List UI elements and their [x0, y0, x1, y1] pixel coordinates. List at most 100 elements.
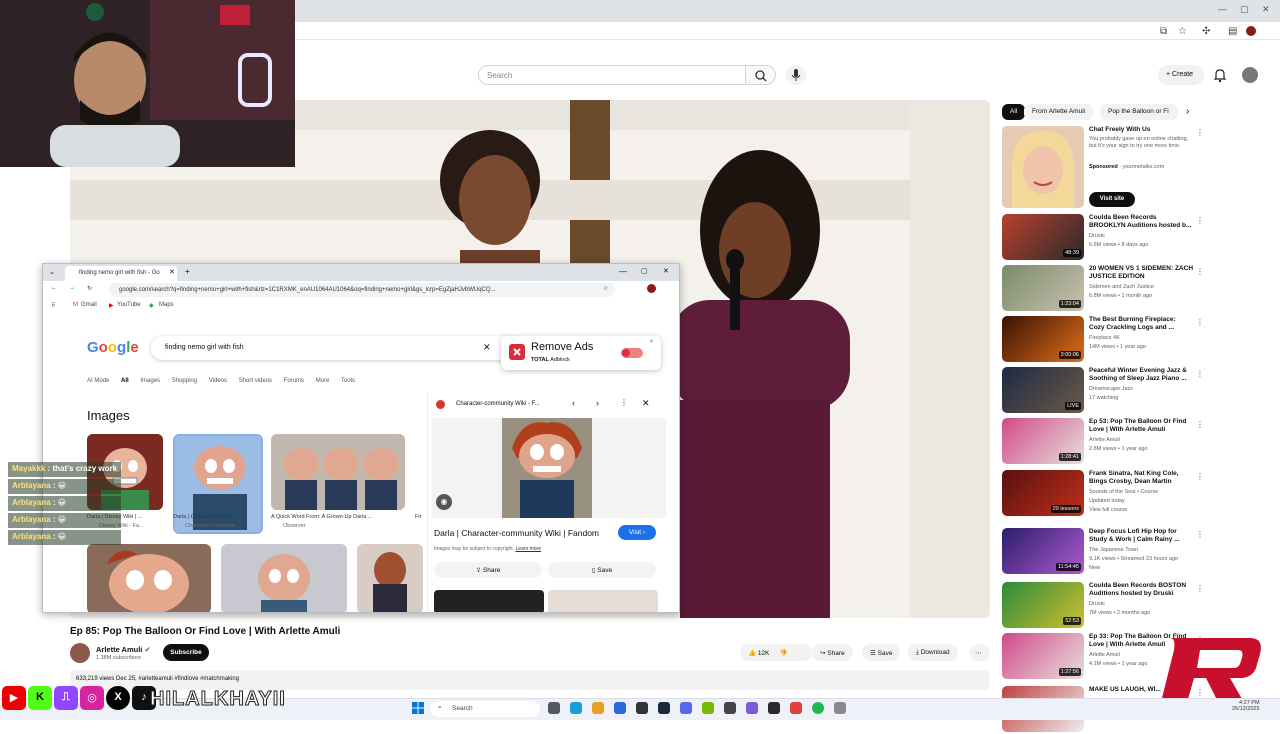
adblock-close-icon[interactable]: ✕ — [649, 338, 654, 345]
more-menu-icon[interactable]: ⋮ — [1196, 318, 1204, 327]
like-button[interactable]: 👍 12K 👎 — [740, 644, 812, 661]
steam-icon[interactable] — [658, 702, 670, 714]
overlay-url-bar[interactable]: google.com/search?q=finding+nemo+girl+wi… — [109, 283, 615, 297]
tab-images[interactable]: Images — [140, 378, 160, 384]
recommended-video[interactable]: 11:54:45 Deep Focus Lofi Hip Hop for Stud… — [1002, 528, 1204, 576]
overlay-close-button[interactable]: ✕ — [663, 267, 669, 275]
file-explorer-icon[interactable] — [592, 702, 604, 714]
prev-image-icon[interactable]: ‹ — [572, 398, 575, 408]
tab-ai-mode[interactable]: AI Mode — [87, 378, 109, 384]
recommended-channel[interactable]: Arlette Amuli — [1089, 437, 1120, 443]
recommended-title[interactable]: Deep Focus Lofi Hip Hop for Study & Work… — [1089, 528, 1193, 544]
video-thumbnail[interactable]: 52:53 — [1002, 582, 1084, 628]
recommended-video[interactable]: LIVE Peaceful Winter Evening Jazz & Sooth… — [1002, 367, 1204, 415]
overlay-maximize-button[interactable]: ▢ — [641, 267, 648, 275]
reload-icon[interactable]: ↻ — [87, 285, 92, 292]
recommended-title[interactable]: Frank Sinatra, Nat King Cole, Bings Cros… — [1089, 470, 1193, 486]
bookmark-gmail[interactable]: Gmail — [81, 302, 97, 308]
app-icon[interactable] — [790, 702, 802, 714]
recommended-title[interactable]: Peaceful Winter Evening Jazz & Soothing … — [1089, 367, 1193, 383]
preview-image-frame[interactable]: ◉ — [432, 418, 666, 518]
recommended-video[interactable]: 1:23:04 20 WOMEN VS 1 SIDEMEN: ZACH JUSTI… — [1002, 265, 1204, 313]
video-thumbnail[interactable]: 1:27:56 — [1002, 633, 1084, 679]
download-button[interactable]: ⤓ Download — [908, 644, 958, 661]
install-icon[interactable]: ⧉ — [1160, 26, 1167, 37]
more-menu-icon[interactable]: ⋮ — [1196, 216, 1204, 225]
more-menu-icon[interactable]: ⋮ — [1196, 267, 1204, 276]
preview-source[interactable]: Character-community Wiki - F... — [456, 401, 540, 407]
image-result-2-caption[interactable]: Darla | Character-comm... — [173, 514, 236, 520]
recommended-video[interactable]: 3:00:06 The Best Burning Fireplace: Cozy … — [1002, 316, 1204, 364]
more-actions-button[interactable]: ⋯ — [970, 644, 990, 661]
visit-site-button[interactable]: Visit site — [1089, 192, 1135, 207]
video-thumbnail[interactable]: 11:54:45 — [1002, 528, 1084, 574]
voice-search-button[interactable] — [786, 65, 806, 85]
recommended-title[interactable]: Ep 53: Pop The Balloon Or Find Love | Wi… — [1089, 418, 1193, 434]
image-result-3-caption[interactable]: A Quick Word From: A Grown-Up Darla ... — [271, 514, 372, 520]
chip-pop-the-balloon[interactable]: Pop the Balloon or Fi — [1100, 104, 1178, 120]
recommended-title[interactable]: The Best Burning Fireplace: Cozy Crackli… — [1089, 316, 1193, 332]
video-thumbnail[interactable]: 48:39 — [1002, 214, 1084, 260]
ad-thumbnail[interactable] — [1002, 126, 1084, 208]
chrome-overlay-window[interactable]: ⌄ finding nemo girl with fish - Go ✕ + —… — [42, 263, 680, 613]
chrome-icon[interactable] — [614, 702, 626, 714]
forward-icon[interactable]: → — [69, 285, 75, 291]
recommended-title[interactable]: Coulda Been Records BOSTON Auditions hos… — [1089, 582, 1193, 598]
search-input[interactable]: Search — [478, 65, 746, 85]
more-menu-icon[interactable]: ⋮ — [1196, 420, 1204, 429]
adblock-popup[interactable]: Remove Ads TOTAL Adblock ✕ — [501, 336, 661, 370]
recommended-video[interactable]: 1:28:41 Ep 53: Pop The Balloon Or Find Lo… — [1002, 418, 1204, 466]
video-thumbnail[interactable]: LIVE — [1002, 367, 1084, 413]
bookmark-maps[interactable]: Maps — [159, 302, 174, 308]
channel-name[interactable]: Arlette Amuli ✔ — [96, 645, 151, 654]
tab-shopping[interactable]: Shopping — [172, 378, 197, 384]
share-button[interactable]: ↪ Share — [812, 644, 853, 661]
overlay-minimize-button[interactable]: — — [619, 267, 627, 276]
channel-avatar[interactable] — [70, 643, 90, 663]
tab-videos[interactable]: Videos — [209, 378, 227, 384]
recommended-channel[interactable]: Sounds of the Soul • Course — [1089, 489, 1158, 495]
related-image-2[interactable] — [548, 590, 658, 612]
adblock-toggle[interactable] — [621, 348, 643, 358]
recommended-video[interactable]: 48:39 Coulda Been Records BROOKLYN Auditi… — [1002, 214, 1204, 262]
video-thumbnail[interactable]: 29 lessons — [1002, 470, 1084, 516]
next-image-icon[interactable]: › — [596, 398, 599, 408]
tab-tools[interactable]: Tools — [341, 378, 355, 384]
video-thumbnail[interactable]: 1:28:41 — [1002, 418, 1084, 464]
recommended-channel[interactable]: Druski — [1089, 601, 1105, 607]
lens-icon[interactable]: ◉ — [436, 494, 452, 510]
taskbar-clock[interactable]: 4:27 PM 26/12/2025 — [1232, 700, 1260, 712]
tab-close-icon[interactable]: ✕ — [169, 268, 175, 276]
app-icon[interactable] — [724, 702, 736, 714]
app-icon[interactable] — [768, 702, 780, 714]
save-image-button[interactable]: ▯ Save — [548, 562, 656, 578]
more-menu-icon[interactable]: ⋮ — [1196, 584, 1204, 593]
spotify-icon[interactable] — [812, 702, 824, 714]
task-view-icon[interactable] — [548, 702, 560, 714]
more-menu-icon[interactable]: ⋮ — [1196, 369, 1204, 378]
chip-from-channel[interactable]: From Arlette Amuli — [1024, 104, 1094, 120]
image-result-5[interactable] — [87, 544, 211, 612]
sponsored-ad[interactable]: Chat Freely With Us You probably gave up… — [1002, 126, 1204, 210]
google-search-input[interactable]: finding nemo girl with fish ✕ 🎙 — [151, 336, 521, 360]
maximize-button[interactable]: ▢ — [1240, 4, 1249, 15]
image-result-3[interactable] — [271, 434, 405, 510]
close-panel-icon[interactable]: ✕ — [642, 398, 650, 409]
more-menu-icon[interactable]: ⋮ — [1196, 530, 1204, 539]
minimize-button[interactable]: — — [1218, 4, 1227, 14]
recommended-video[interactable]: 52:53 Coulda Been Records BOSTON Audition… — [1002, 582, 1204, 630]
windows-start-icon[interactable] — [412, 702, 424, 714]
obs-icon[interactable] — [636, 702, 648, 714]
ad-title[interactable]: Chat Freely With Us — [1089, 126, 1193, 134]
new-tab-icon[interactable]: + — [185, 267, 190, 276]
google-logo[interactable]: Google — [87, 339, 139, 356]
settings-icon[interactable] — [834, 702, 846, 714]
overlay-profile-avatar[interactable] — [647, 284, 656, 293]
tab-more[interactable]: More — [316, 378, 330, 384]
bookmark-youtube[interactable]: YouTube — [117, 302, 141, 308]
tab-forums[interactable]: Forums — [284, 378, 304, 384]
preview-title[interactable]: Darla | Character-community Wiki | Fando… — [434, 528, 599, 538]
recommended-video[interactable]: 29 lessons Frank Sinatra, Nat King Cole, … — [1002, 470, 1204, 518]
recommended-channel[interactable]: Dreamscape Jazz — [1089, 386, 1133, 392]
overlay-star-icon[interactable]: ☆ — [603, 285, 608, 292]
